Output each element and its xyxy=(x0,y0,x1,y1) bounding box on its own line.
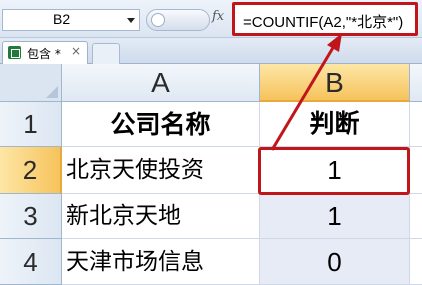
column-header-c-edge[interactable] xyxy=(410,64,422,102)
row-header-3[interactable]: 3 xyxy=(0,194,62,239)
formula-bar: B2 fx =COUNTIF(A2,"*北京*") xyxy=(0,0,422,38)
document-tab-strip: 包含 * × xyxy=(0,38,422,64)
formula-input[interactable]: =COUNTIF(A2,"*北京*") xyxy=(232,2,418,36)
chevron-down-icon[interactable] xyxy=(127,18,135,23)
cell-a1[interactable]: 公司名称 xyxy=(62,102,260,147)
selected-cell-highlight xyxy=(258,147,410,195)
cell-b3[interactable]: 1 xyxy=(260,194,410,239)
cell-c1-edge[interactable] xyxy=(410,102,422,147)
close-icon[interactable]: × xyxy=(71,44,81,58)
new-tab-button[interactable] xyxy=(92,43,120,64)
column-header-a[interactable]: A xyxy=(62,64,260,102)
insert-function-icon[interactable]: fx xyxy=(212,9,224,24)
document-tab-label: 包含 * xyxy=(27,47,61,61)
select-all-icon xyxy=(46,86,58,98)
cell-c3-edge[interactable] xyxy=(410,194,422,239)
cell-a4[interactable]: 天津市场信息 xyxy=(62,239,260,285)
row-header-2[interactable]: 2 xyxy=(0,147,62,194)
name-box-value: B2 xyxy=(53,11,71,27)
cell-c4-edge[interactable] xyxy=(410,239,422,285)
cell-b1[interactable]: 判断 xyxy=(260,102,410,147)
cell-a3[interactable]: 新北京天地 xyxy=(62,194,260,239)
row-header-1[interactable]: 1 xyxy=(0,102,62,147)
formula-text: =COUNTIF(A2,"*北京*") xyxy=(243,14,404,31)
row-header-4[interactable]: 4 xyxy=(0,239,62,285)
cell-a2[interactable]: 北京天使投资 xyxy=(62,147,260,194)
column-header-b[interactable]: B xyxy=(260,64,410,102)
splitter-grip-icon[interactable] xyxy=(151,13,165,27)
excel-document-icon xyxy=(8,46,21,59)
document-tab[interactable]: 包含 * × xyxy=(2,41,88,64)
cell-c2-edge[interactable] xyxy=(410,147,422,194)
cell-b4[interactable]: 0 xyxy=(260,239,410,285)
name-box[interactable]: B2 xyxy=(2,9,140,31)
select-all-corner[interactable] xyxy=(0,64,62,102)
formula-bar-splitter[interactable] xyxy=(146,9,210,31)
